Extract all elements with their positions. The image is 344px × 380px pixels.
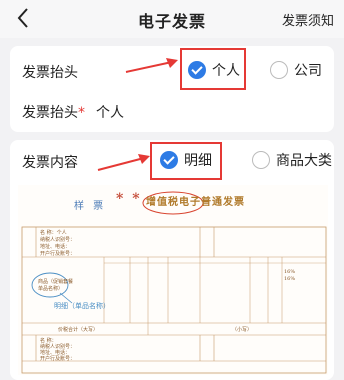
invoice-header-name-value[interactable]: 个人 [96,102,124,122]
invoice-content-label: 发票内容 [22,155,78,171]
item-line-1: 商品（促销套餐 [38,279,74,285]
radio-unchecked-icon [252,151,270,169]
red-arrow-icon [125,58,178,73]
buyer-bank-text: 开户行及账号： [40,251,76,257]
invoice-notice-link[interactable]: 发票须知 [282,10,334,29]
invoice-header-type-label: 发票抬头 [22,65,78,81]
required-mark: * [78,105,85,121]
option-company[interactable]: 公司 [270,60,322,80]
invoice-title: 增值税电子普通发票 [146,197,245,208]
invoice-header-name-text: 发票抬头 [22,105,78,121]
item-line-2: 单品名称） [38,286,64,292]
sample-invoice-image: 样 票 * * 增值税电子普通发票 名 称：个人 纳税人识别号： 地址、电话： … [18,185,328,375]
invoice-stars: * * [116,191,142,207]
radio-unchecked-icon [270,61,288,79]
buyer-address-text: 地址、电话： [40,244,71,250]
option-category[interactable]: 商品大类 [252,150,332,170]
watermark-sample-text: 样 票 [74,201,107,212]
option-company-label: 公司 [294,63,322,79]
seller-bank-text: 开户行及账号： [40,356,76,362]
highlight-box-personal [180,48,246,90]
detail-callout: 明细（单品名称） [54,302,110,310]
buyer-tax-text: 纳税人识别号： [40,237,76,243]
highlight-box-detail [150,142,222,180]
tax-rate-1: 16% [284,269,296,275]
option-category-label: 商品大类 [276,153,332,169]
top-bar: 电子发票 发票须知 [0,0,344,38]
tax-rate-2: 16% [284,276,296,282]
total-small-label: （小写） [232,327,253,333]
total-amount-label: 价税合计（大写） [58,327,99,333]
buyer-name-text: 名 称：个人 [40,230,67,236]
red-arrow-icon [97,154,150,171]
invoice-header-name-label: 发票抬头* [22,102,85,122]
